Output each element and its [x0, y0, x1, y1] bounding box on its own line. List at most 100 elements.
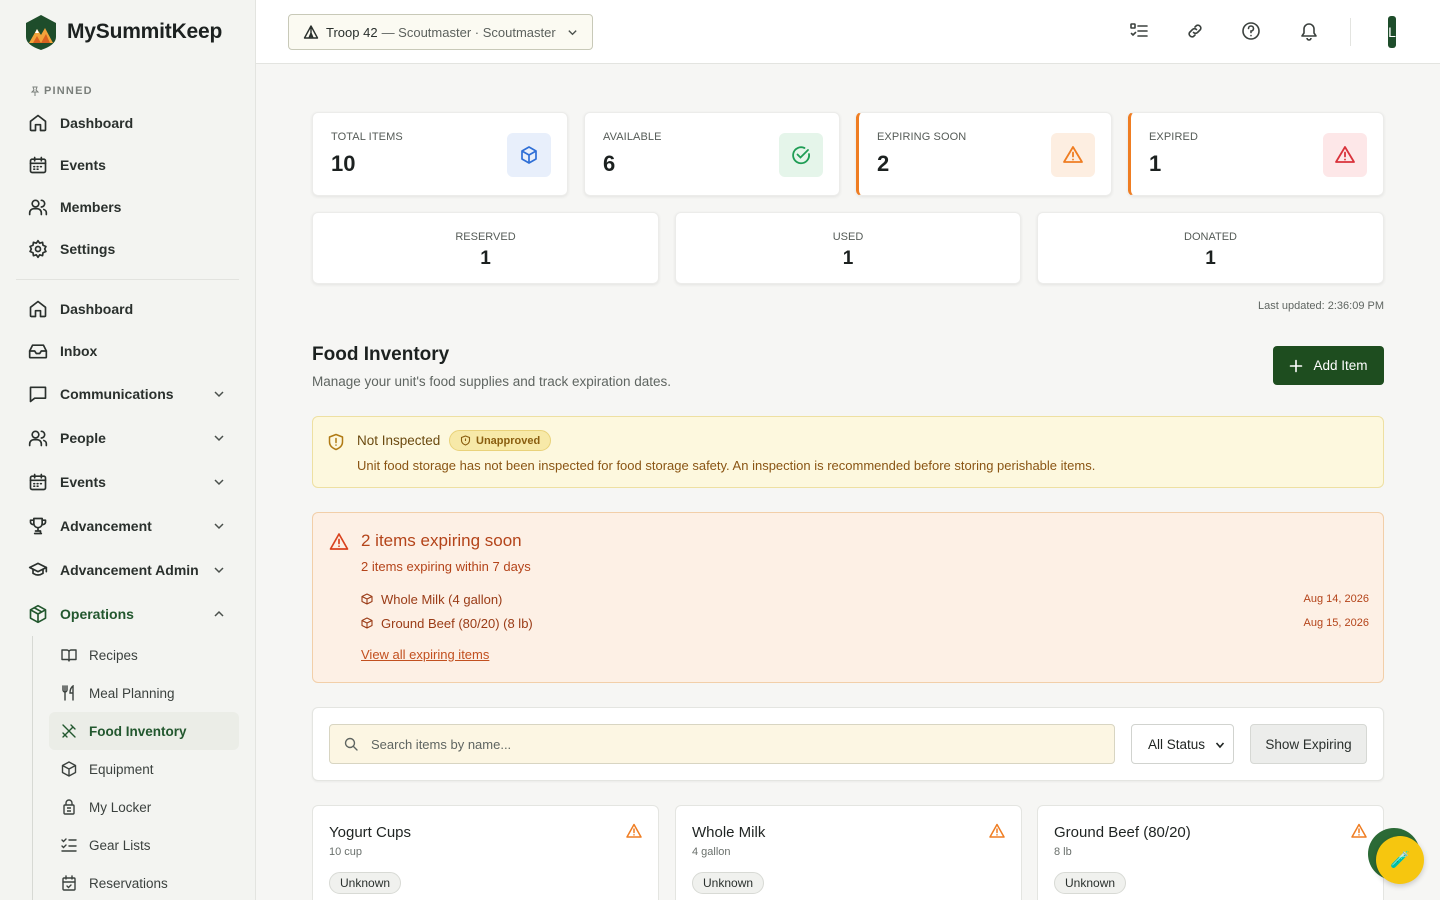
bell-icon[interactable]: [1298, 20, 1320, 42]
stat-total-items: Total Items 10: [312, 112, 568, 196]
operations-submenu: Recipes Meal Planning Food Inventory Equ…: [32, 636, 255, 900]
alert-triangle-icon: [1323, 133, 1367, 177]
stat-used: Used 1: [675, 212, 1021, 284]
show-expiring-button[interactable]: Show Expiring: [1250, 724, 1367, 764]
sidebar-item-inbox[interactable]: Inbox: [0, 330, 255, 372]
brand[interactable]: MySummitKeep: [0, 0, 255, 64]
utensils-icon: [61, 685, 77, 701]
stat-donated: Donated 1: [1037, 212, 1384, 284]
unapproved-badge: Unapproved: [449, 430, 552, 451]
gear-icon: [28, 239, 48, 259]
sidebar: MySummitKeep PINNED Dashboard Events Mem…: [0, 0, 256, 900]
task-list-icon[interactable]: [1128, 20, 1150, 42]
sidebar-item-operations[interactable]: Operations: [0, 592, 255, 636]
mountain-logo-icon: [26, 15, 56, 50]
item-card[interactable]: Ground Beef (80/20) 8 lb Unknown: [1037, 805, 1384, 900]
sidebar-item-events[interactable]: Events: [0, 460, 255, 504]
sidebar-item-communications[interactable]: Communications: [0, 372, 255, 416]
add-item-button[interactable]: Add Item: [1273, 346, 1384, 385]
header-divider: [1350, 18, 1351, 46]
expiring-subtitle: 2 items expiring within 7 days: [361, 559, 531, 574]
pinned-events[interactable]: Events: [0, 144, 255, 186]
sidebar-item-advancement-admin[interactable]: Advancement Admin: [0, 548, 255, 592]
search-input[interactable]: Search items by name...: [329, 724, 1115, 764]
search-icon: [344, 737, 358, 751]
unit-name: Troop 42: [326, 24, 378, 40]
pinned-dashboard[interactable]: Dashboard: [0, 102, 255, 144]
unit-selector[interactable]: Troop 42 — Scoutmaster · Scoutmaster: [288, 14, 593, 50]
message-icon: [28, 384, 48, 404]
stat-expired: Expired 1: [1128, 112, 1384, 196]
link-icon[interactable]: [1184, 20, 1206, 42]
package-icon: [361, 593, 373, 605]
sidebar-divider: [16, 279, 239, 280]
warning-triangle-icon: [626, 823, 642, 838]
sidebar-item-my-locker[interactable]: My Locker: [49, 788, 239, 826]
users-icon: [28, 197, 48, 217]
sidebar-item-people[interactable]: People: [0, 416, 255, 460]
page-subtitle: Manage your unit's food supplies and tra…: [312, 374, 672, 389]
page-title: Food Inventory: [312, 344, 450, 365]
stat-expiring-soon: Expiring Soon 2: [856, 112, 1112, 196]
pinned-settings[interactable]: Settings: [0, 228, 255, 270]
inbox-icon: [28, 341, 48, 361]
plus-icon: [1290, 359, 1303, 372]
view-all-expiring-link[interactable]: View all expiring items: [361, 647, 489, 662]
warning-triangle-icon: [1351, 823, 1367, 838]
help-icon[interactable]: [1240, 20, 1262, 42]
trophy-icon: [28, 516, 48, 536]
expiring-item: Ground Beef (80/20) (8 lb) Aug 15, 2026: [361, 613, 1369, 633]
home-icon: [28, 299, 48, 319]
inspection-alert: Not Inspected Unapproved Unit food stora…: [312, 416, 1384, 488]
list-checks-icon: [61, 837, 77, 853]
chevron-down-icon: [214, 435, 224, 442]
sidebar-item-equipment[interactable]: Equipment: [49, 750, 239, 788]
chevron-down-icon: [1215, 742, 1225, 749]
chevron-down-icon: [214, 567, 224, 574]
unit-role: — Scoutmaster · Scoutmaster: [381, 24, 556, 40]
package-icon: [61, 761, 77, 777]
sidebar-item-food-inventory[interactable]: Food Inventory: [49, 712, 239, 750]
box-icon: [507, 133, 551, 177]
sidebar-item-dashboard[interactable]: Dashboard: [0, 288, 255, 330]
item-card[interactable]: Yogurt Cups 10 cup Unknown: [312, 805, 659, 900]
item-card[interactable]: Whole Milk 4 gallon Unknown: [675, 805, 1022, 900]
test-tube-fab-button[interactable]: 🧪: [1376, 836, 1424, 884]
sidebar-item-advancement[interactable]: Advancement: [0, 504, 255, 548]
brand-name: MySummitKeep: [67, 20, 223, 43]
inspection-title: Not Inspected: [357, 433, 441, 448]
users-icon: [28, 428, 48, 448]
warning-triangle-icon: [989, 823, 1005, 838]
check-circle-icon: [779, 133, 823, 177]
pinned-members[interactable]: Members: [0, 186, 255, 228]
calendar-check-icon: [61, 875, 77, 891]
warning-triangle-icon: [1051, 133, 1095, 177]
stat-available: Available 6: [584, 112, 840, 196]
package-icon: [28, 604, 48, 624]
expiring-title: 2 items expiring soon: [361, 531, 522, 550]
sidebar-item-recipes[interactable]: Recipes: [49, 636, 239, 674]
sidebar-item-reservations[interactable]: Reservations: [49, 864, 239, 900]
chevron-down-icon: [214, 391, 224, 398]
pinned-label: PINNED: [0, 80, 255, 102]
avatar[interactable]: L: [1388, 16, 1396, 48]
tent-icon: [303, 25, 319, 39]
sidebar-item-meal-planning[interactable]: Meal Planning: [49, 674, 239, 712]
status-badge: Unknown: [692, 872, 765, 894]
search-placeholder: Search items by name...: [371, 736, 512, 752]
shield-alert-icon: [328, 433, 344, 451]
top-header: Troop 42 — Scoutmaster · Scoutmaster L: [256, 0, 1440, 64]
status-select[interactable]: All Status: [1131, 724, 1234, 764]
calendar-icon: [28, 472, 48, 492]
expiring-item: Whole Milk (4 gallon) Aug 14, 2026: [361, 589, 1369, 609]
chevron-down-icon: [568, 30, 577, 36]
main-content: Total Items 10 Available 6 Expiring Soon…: [256, 64, 1440, 900]
calendar-icon: [28, 155, 48, 175]
expiring-alert: 2 items expiring soon 2 items expiring w…: [312, 512, 1384, 683]
last-updated: Last updated: 2:36:09 PM: [1258, 300, 1384, 312]
graduation-cap-icon: [28, 560, 48, 580]
warning-triangle-icon: [329, 533, 349, 550]
pin-icon: [30, 86, 40, 96]
sidebar-item-gear-lists[interactable]: Gear Lists: [49, 826, 239, 864]
status-badge: Unknown: [1054, 872, 1127, 894]
